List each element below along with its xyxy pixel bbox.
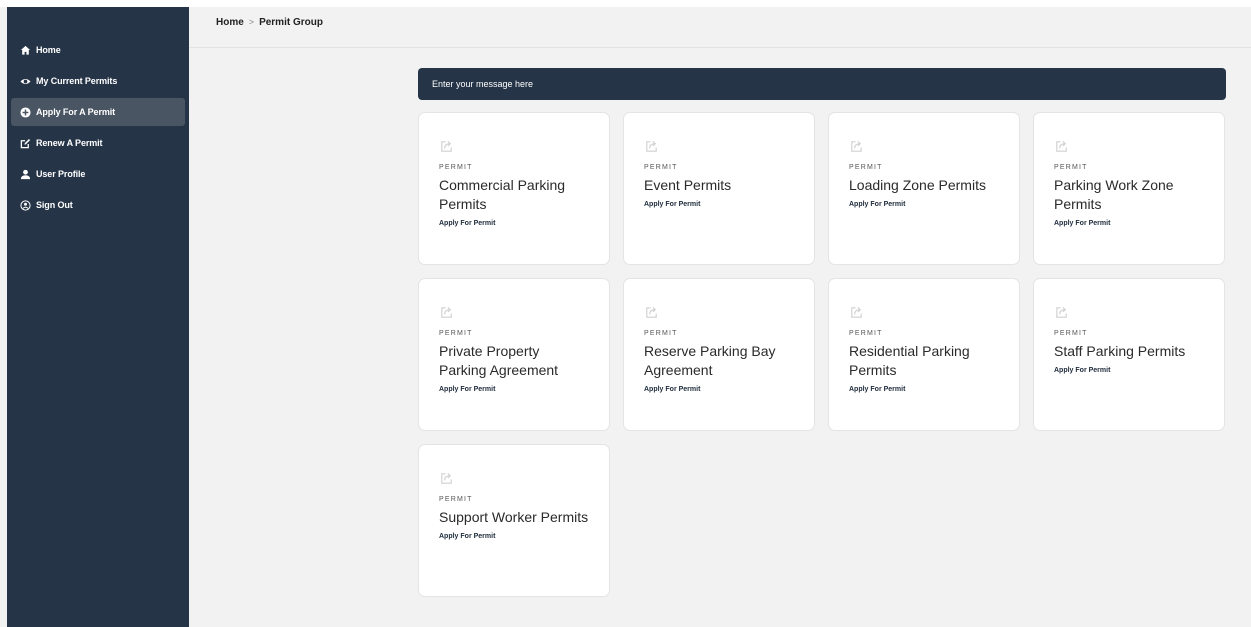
sidebar-item-apply-for-a-permit[interactable]: Apply For A Permit: [11, 98, 185, 126]
permit-card-event[interactable]: PERMIT Event Permits Apply For Permit: [623, 112, 815, 265]
permit-card-commercial-parking[interactable]: PERMIT Commercial Parking Permits Apply …: [418, 112, 610, 265]
breadcrumb: Home > Permit Group: [189, 7, 1251, 48]
external-link-icon: [1054, 305, 1069, 320]
card-tag: PERMIT: [644, 164, 678, 171]
external-link-icon: [849, 305, 864, 320]
apply-for-permit-link[interactable]: Apply For Permit: [849, 201, 999, 208]
message-banner: Enter your message here: [418, 68, 1226, 100]
card-tag: PERMIT: [644, 330, 678, 337]
permit-card-parking-work-zone[interactable]: PERMIT Parking Work Zone Permits Apply F…: [1033, 112, 1225, 265]
card-title: Loading Zone Permits: [849, 177, 986, 193]
apply-for-permit-link[interactable]: Apply For Permit: [439, 386, 589, 393]
external-link-icon: [644, 305, 659, 320]
eye-icon: [19, 75, 31, 87]
sidebar-item-user-profile[interactable]: User Profile: [11, 160, 185, 188]
external-link-icon: [1054, 139, 1069, 154]
card-title: Staff Parking Permits: [1054, 343, 1186, 359]
apply-for-permit-link[interactable]: Apply For Permit: [644, 386, 794, 393]
user-icon: [19, 168, 31, 180]
external-link-icon: [849, 139, 864, 154]
card-title: Residential Parking Permits: [849, 343, 970, 378]
apply-for-permit-link[interactable]: Apply For Permit: [1054, 220, 1204, 227]
card-title: Private Property Parking Agreement: [439, 343, 559, 378]
permit-card-staff-parking[interactable]: PERMIT Staff Parking Permits Apply For P…: [1033, 278, 1225, 431]
sidebar: Home My Current Permits Apply For A Perm…: [7, 7, 189, 627]
external-link-icon: [644, 139, 659, 154]
apply-for-permit-link[interactable]: Apply For Permit: [439, 220, 589, 227]
sidebar-item-home[interactable]: Home: [11, 36, 185, 64]
apply-for-permit-link[interactable]: Apply For Permit: [1054, 367, 1204, 374]
apply-for-permit-link[interactable]: Apply For Permit: [644, 201, 794, 208]
permit-card-residential-parking[interactable]: PERMIT Residential Parking Permits Apply…: [828, 278, 1020, 431]
card-title: Commercial Parking Permits: [439, 177, 566, 212]
card-title: Reserve Parking Bay Agreement: [644, 343, 776, 378]
permit-card-reserve-parking-bay[interactable]: PERMIT Reserve Parking Bay Agreement App…: [623, 278, 815, 431]
breadcrumb-home[interactable]: Home: [216, 17, 244, 28]
external-link-icon: [439, 305, 454, 320]
card-title: Support Worker Permits: [439, 509, 589, 525]
card-tag: PERMIT: [439, 164, 473, 171]
home-icon: [19, 44, 31, 56]
card-title: Parking Work Zone Permits: [1054, 177, 1174, 212]
card-tag: PERMIT: [849, 164, 883, 171]
card-tag: PERMIT: [849, 330, 883, 337]
apply-for-permit-link[interactable]: Apply For Permit: [439, 533, 589, 540]
card-tag: PERMIT: [1054, 164, 1088, 171]
sidebar-item-label: Renew A Permit: [36, 138, 103, 148]
breadcrumb-current: Permit Group: [259, 16, 323, 28]
sidebar-item-label: My Current Permits: [36, 76, 118, 86]
external-link-icon: [439, 471, 454, 486]
sidebar-item-sign-out[interactable]: Sign Out: [11, 191, 185, 219]
sidebar-item-label: User Profile: [36, 169, 86, 179]
card-tag: PERMIT: [1054, 330, 1088, 337]
permit-card-private-property[interactable]: PERMIT Private Property Parking Agreemen…: [418, 278, 610, 431]
main-content: Home > Permit Group Enter your message h…: [189, 7, 1251, 627]
sign-out-icon: [19, 199, 31, 211]
permit-card-support-worker[interactable]: PERMIT Support Worker Permits Apply For …: [418, 444, 610, 597]
sidebar-item-my-current-permits[interactable]: My Current Permits: [11, 67, 185, 95]
card-tag: PERMIT: [439, 330, 473, 337]
plus-circle-icon: [19, 106, 31, 118]
apply-for-permit-link[interactable]: Apply For Permit: [849, 386, 999, 393]
top-strip: [0, 0, 1251, 7]
external-link-icon: [439, 139, 454, 154]
sidebar-item-label: Sign Out: [36, 200, 73, 210]
edit-icon: [19, 137, 31, 149]
permit-card-loading-zone[interactable]: PERMIT Loading Zone Permits Apply For Pe…: [828, 112, 1020, 265]
card-tag: PERMIT: [439, 496, 473, 503]
breadcrumb-separator: >: [248, 17, 255, 27]
sidebar-item-renew-a-permit[interactable]: Renew A Permit: [11, 129, 185, 157]
banner-message: Enter your message here: [432, 79, 534, 89]
sidebar-item-label: Home: [36, 45, 61, 55]
card-title: Event Permits: [644, 177, 732, 193]
sidebar-item-label: Apply For A Permit: [36, 107, 116, 117]
